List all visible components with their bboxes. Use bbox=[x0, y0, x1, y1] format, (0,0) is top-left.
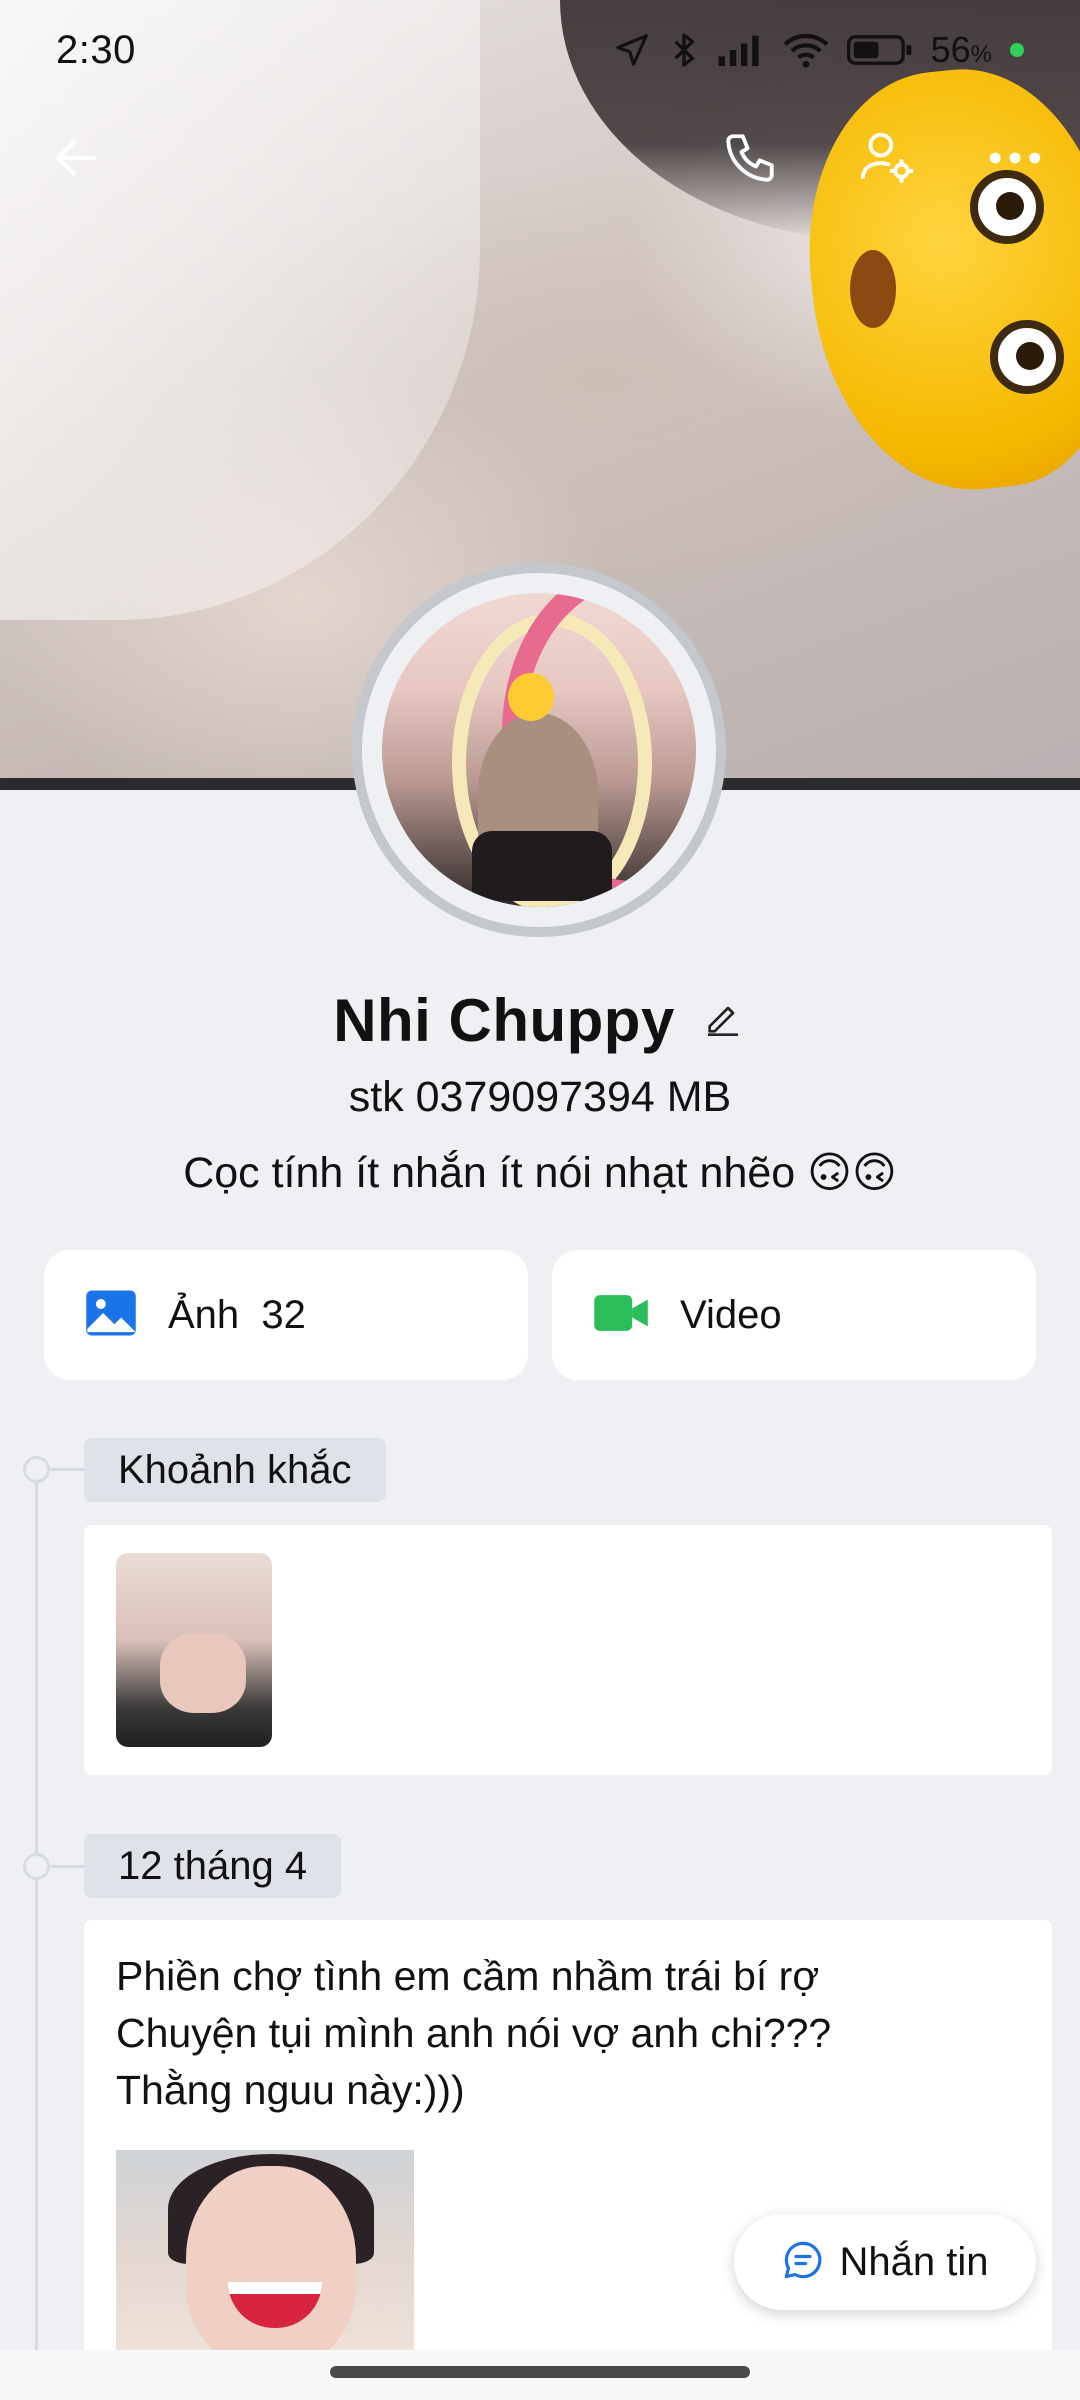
post-text-line: Thằng nguu này:))) bbox=[116, 2067, 465, 2113]
video-button[interactable]: Video bbox=[552, 1250, 1036, 1380]
location-arrow-icon bbox=[613, 31, 651, 69]
profile-name-row: Nhi Chuppy bbox=[0, 980, 1080, 1060]
back-button[interactable] bbox=[40, 124, 112, 196]
post-text: Phiền chợ tình em cầm nhầm trái bí rợ Ch… bbox=[116, 1948, 1016, 2119]
post-text-line: Chuyện tụi mình anh nói vợ anh chi??? bbox=[116, 2010, 832, 2056]
timeline-connector bbox=[50, 1865, 84, 1868]
edit-name-button[interactable] bbox=[699, 996, 747, 1044]
home-indicator[interactable] bbox=[330, 2366, 750, 2378]
timeline-dot bbox=[23, 1853, 50, 1880]
post-photo-face bbox=[186, 2166, 356, 2360]
post-photo[interactable] bbox=[116, 2150, 414, 2360]
status-icons: 56 % bbox=[613, 29, 1024, 71]
system-navigation-bar bbox=[0, 2350, 1080, 2400]
post-text-line: Phiền chợ tình em cầm nhầm trái bí rợ bbox=[116, 1953, 820, 1999]
image-gallery-icon bbox=[84, 1286, 138, 1345]
more-button[interactable] bbox=[975, 124, 1055, 196]
post-date-label: 12 tháng 4 bbox=[84, 1834, 342, 1898]
battery-icon bbox=[846, 33, 913, 67]
timeline-dot bbox=[23, 1456, 50, 1483]
photos-label-text: Ảnh bbox=[168, 1292, 240, 1337]
avatar[interactable] bbox=[382, 593, 696, 907]
call-button[interactable] bbox=[714, 124, 786, 196]
video-label: Video bbox=[680, 1292, 782, 1337]
profile-screen: 2:30 56 % Nhi Chuppy stk 0379097394 MB C… bbox=[0, 0, 1080, 2400]
pencil-icon bbox=[703, 998, 743, 1043]
profile-settings-button[interactable] bbox=[846, 124, 926, 196]
more-dots-icon bbox=[988, 148, 1042, 173]
bluetooth-icon bbox=[669, 30, 699, 70]
send-message-label: Nhắn tin bbox=[839, 2239, 989, 2284]
status-bar: 2:30 56 % bbox=[0, 0, 1080, 100]
photos-button[interactable]: Ảnh 32 bbox=[44, 1250, 528, 1380]
photos-label: Ảnh 32 bbox=[168, 1293, 306, 1338]
post-card[interactable]: Phiền chợ tình em cầm nhầm trái bí rợ Ch… bbox=[84, 1920, 1052, 2400]
emoji-eye-right bbox=[990, 320, 1064, 394]
send-message-button[interactable]: Nhắn tin bbox=[734, 2214, 1036, 2310]
chat-bubble-icon bbox=[782, 2239, 824, 2286]
avatar-skirt bbox=[472, 831, 612, 901]
moments-section-label: Khoảnh khắc bbox=[84, 1438, 386, 1502]
moment-thumbnail-hand bbox=[160, 1633, 246, 1713]
arrow-left-icon bbox=[49, 131, 103, 190]
watermark-logo bbox=[376, 1158, 706, 1238]
privacy-indicator-dot bbox=[1010, 43, 1024, 57]
status-time: 2:30 bbox=[56, 27, 136, 72]
phone-icon bbox=[721, 129, 779, 192]
battery-percent: 56 % bbox=[931, 29, 992, 71]
emoji-mouth bbox=[850, 250, 896, 328]
avatar-face-sticker-icon bbox=[508, 673, 554, 721]
profile-action-bar bbox=[0, 110, 1080, 210]
timeline-line bbox=[35, 1470, 38, 2400]
wifi-icon bbox=[783, 31, 829, 69]
video-camera-icon bbox=[592, 1286, 650, 1345]
profile-name: Nhi Chuppy bbox=[333, 986, 675, 1054]
photos-count: 32 bbox=[261, 1292, 306, 1337]
signal-icon bbox=[717, 33, 765, 67]
avatar-frame[interactable] bbox=[352, 563, 726, 937]
battery-percent-sign: % bbox=[970, 41, 992, 68]
battery-percent-value: 56 bbox=[930, 29, 971, 70]
user-settings-icon bbox=[855, 127, 917, 194]
timeline-connector bbox=[50, 1468, 84, 1471]
profile-info-line: stk 0379097394 MB bbox=[348, 1073, 732, 1121]
moment-thumbnail[interactable] bbox=[116, 1553, 272, 1747]
moments-card bbox=[84, 1525, 1052, 1775]
